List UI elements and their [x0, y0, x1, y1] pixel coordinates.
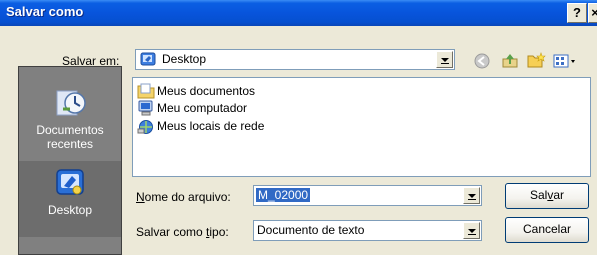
network-places-icon: [137, 118, 155, 134]
filetype-label: Salvar como tipo:: [136, 225, 229, 239]
filetype-select[interactable]: Documento de texto: [253, 220, 482, 241]
save-button[interactable]: Salvar: [505, 183, 589, 209]
my-computer-icon: [137, 100, 155, 116]
place-desktop[interactable]: Desktop: [19, 161, 121, 237]
filetype-dropdown-arrow[interactable]: [463, 222, 480, 239]
filename-value: M_02000: [256, 188, 311, 202]
place-recent-line2: recentes: [46, 137, 94, 151]
help-button[interactable]: ?: [567, 3, 587, 23]
new-folder-icon[interactable]: [526, 51, 546, 71]
location-combo[interactable]: Desktop: [135, 49, 455, 70]
place-desktop-label: Desktop: [47, 203, 93, 217]
place-recent-documents[interactable]: Documentos recentes: [19, 75, 121, 161]
filename-dropdown-arrow[interactable]: [463, 187, 480, 204]
dialog-title: Salvar como: [6, 4, 84, 19]
desktop-icon: [54, 167, 86, 199]
location-value: Desktop: [162, 52, 207, 66]
cancel-button[interactable]: Cancelar: [505, 217, 589, 243]
close-button[interactable]: ×: [588, 3, 597, 23]
filetype-value: Documento de texto: [257, 223, 365, 237]
save-as-dialog: Salvar como ? × Salvar em: Desktop Docum…: [0, 0, 597, 255]
desktop-small-icon: [140, 52, 156, 67]
up-folder-icon[interactable]: [500, 51, 520, 71]
title-bar[interactable]: Salvar como ? ×: [0, 0, 597, 26]
places-bar: Documentos recentes Desktop: [18, 66, 122, 255]
my-documents-folder-icon: [137, 83, 155, 99]
recent-documents-icon: [53, 85, 87, 119]
file-list[interactable]: Meus documentos Meu computador Meus loca…: [132, 77, 591, 177]
filename-label: Nome do arquivo:: [136, 190, 231, 204]
filename-field[interactable]: M_02000: [253, 185, 482, 206]
location-dropdown-arrow[interactable]: [436, 51, 453, 68]
place-recent-line1: Documentos: [36, 123, 104, 137]
views-menu-icon[interactable]: [552, 51, 578, 71]
back-arrow-icon[interactable]: [472, 51, 492, 71]
